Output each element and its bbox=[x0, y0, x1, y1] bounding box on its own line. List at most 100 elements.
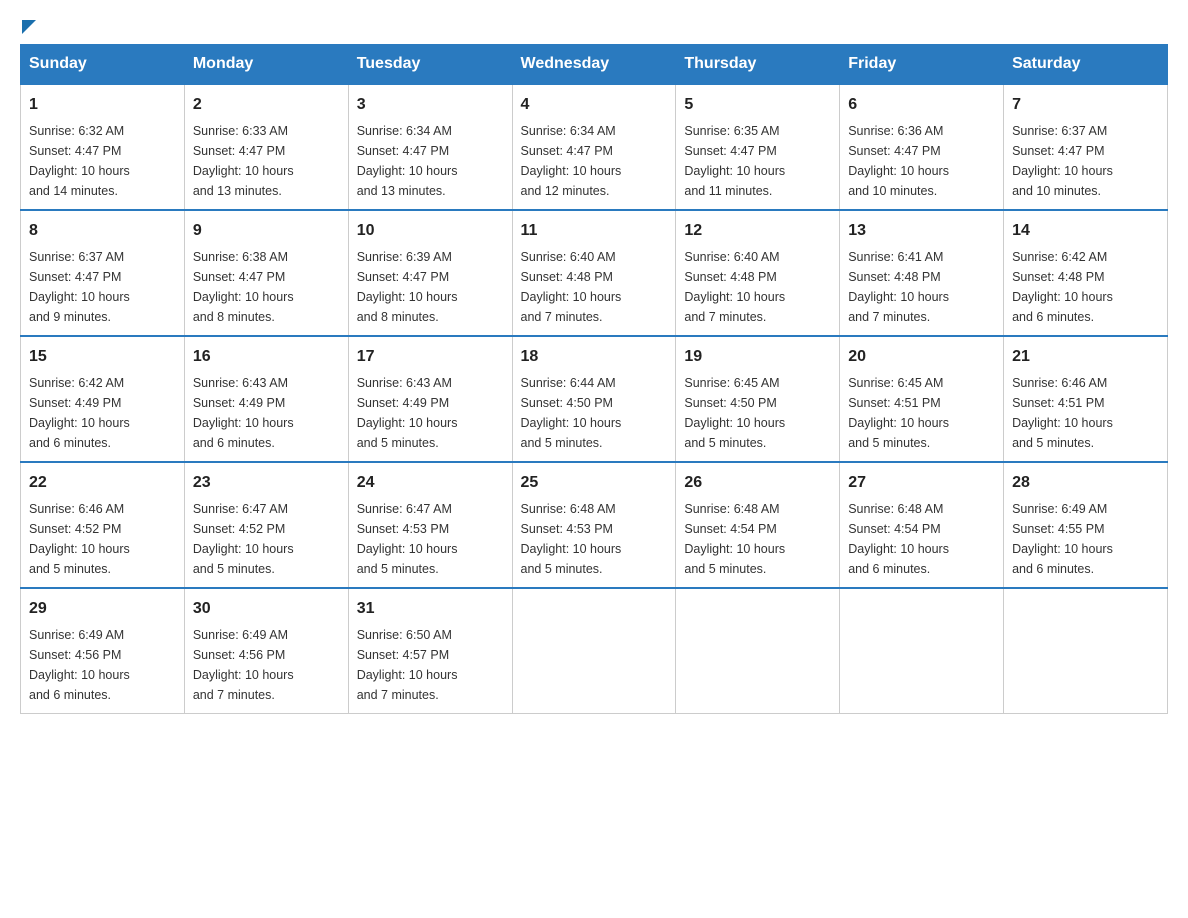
day-number: 5 bbox=[684, 93, 831, 117]
day-info: Sunrise: 6:45 AMSunset: 4:50 PMDaylight:… bbox=[684, 376, 785, 450]
day-info: Sunrise: 6:47 AMSunset: 4:52 PMDaylight:… bbox=[193, 502, 294, 576]
day-info: Sunrise: 6:33 AMSunset: 4:47 PMDaylight:… bbox=[193, 124, 294, 198]
day-number: 26 bbox=[684, 471, 831, 495]
day-info: Sunrise: 6:49 AMSunset: 4:56 PMDaylight:… bbox=[29, 628, 130, 702]
day-info: Sunrise: 6:34 AMSunset: 4:47 PMDaylight:… bbox=[521, 124, 622, 198]
calendar-week-2: 8 Sunrise: 6:37 AMSunset: 4:47 PMDayligh… bbox=[21, 210, 1168, 336]
day-info: Sunrise: 6:48 AMSunset: 4:54 PMDaylight:… bbox=[848, 502, 949, 576]
calendar-cell: 17 Sunrise: 6:43 AMSunset: 4:49 PMDaylig… bbox=[348, 336, 512, 462]
day-number: 4 bbox=[521, 93, 668, 117]
calendar-cell: 4 Sunrise: 6:34 AMSunset: 4:47 PMDayligh… bbox=[512, 84, 676, 210]
day-number: 27 bbox=[848, 471, 995, 495]
day-info: Sunrise: 6:50 AMSunset: 4:57 PMDaylight:… bbox=[357, 628, 458, 702]
calendar-cell: 7 Sunrise: 6:37 AMSunset: 4:47 PMDayligh… bbox=[1004, 84, 1168, 210]
day-info: Sunrise: 6:46 AMSunset: 4:52 PMDaylight:… bbox=[29, 502, 130, 576]
weekday-header-wednesday: Wednesday bbox=[512, 45, 676, 85]
day-number: 22 bbox=[29, 471, 176, 495]
calendar-cell: 23 Sunrise: 6:47 AMSunset: 4:52 PMDaylig… bbox=[184, 462, 348, 588]
day-info: Sunrise: 6:45 AMSunset: 4:51 PMDaylight:… bbox=[848, 376, 949, 450]
day-info: Sunrise: 6:44 AMSunset: 4:50 PMDaylight:… bbox=[521, 376, 622, 450]
day-number: 7 bbox=[1012, 93, 1159, 117]
calendar-cell: 27 Sunrise: 6:48 AMSunset: 4:54 PMDaylig… bbox=[840, 462, 1004, 588]
day-number: 23 bbox=[193, 471, 340, 495]
day-info: Sunrise: 6:42 AMSunset: 4:48 PMDaylight:… bbox=[1012, 250, 1113, 324]
calendar-week-1: 1 Sunrise: 6:32 AMSunset: 4:47 PMDayligh… bbox=[21, 84, 1168, 210]
day-number: 17 bbox=[357, 345, 504, 369]
day-info: Sunrise: 6:32 AMSunset: 4:47 PMDaylight:… bbox=[29, 124, 130, 198]
day-number: 12 bbox=[684, 219, 831, 243]
calendar-cell: 31 Sunrise: 6:50 AMSunset: 4:57 PMDaylig… bbox=[348, 588, 512, 714]
weekday-header-sunday: Sunday bbox=[21, 45, 185, 85]
day-info: Sunrise: 6:48 AMSunset: 4:53 PMDaylight:… bbox=[521, 502, 622, 576]
calendar-cell bbox=[512, 588, 676, 714]
day-number: 1 bbox=[29, 93, 176, 117]
day-number: 20 bbox=[848, 345, 995, 369]
calendar-cell: 15 Sunrise: 6:42 AMSunset: 4:49 PMDaylig… bbox=[21, 336, 185, 462]
day-number: 3 bbox=[357, 93, 504, 117]
day-info: Sunrise: 6:34 AMSunset: 4:47 PMDaylight:… bbox=[357, 124, 458, 198]
day-info: Sunrise: 6:36 AMSunset: 4:47 PMDaylight:… bbox=[848, 124, 949, 198]
day-info: Sunrise: 6:40 AMSunset: 4:48 PMDaylight:… bbox=[684, 250, 785, 324]
calendar-cell: 20 Sunrise: 6:45 AMSunset: 4:51 PMDaylig… bbox=[840, 336, 1004, 462]
day-info: Sunrise: 6:43 AMSunset: 4:49 PMDaylight:… bbox=[193, 376, 294, 450]
calendar-cell: 30 Sunrise: 6:49 AMSunset: 4:56 PMDaylig… bbox=[184, 588, 348, 714]
calendar-header-row: SundayMondayTuesdayWednesdayThursdayFrid… bbox=[21, 45, 1168, 85]
calendar-cell: 26 Sunrise: 6:48 AMSunset: 4:54 PMDaylig… bbox=[676, 462, 840, 588]
calendar-cell: 16 Sunrise: 6:43 AMSunset: 4:49 PMDaylig… bbox=[184, 336, 348, 462]
calendar-cell: 8 Sunrise: 6:37 AMSunset: 4:47 PMDayligh… bbox=[21, 210, 185, 336]
calendar-table: SundayMondayTuesdayWednesdayThursdayFrid… bbox=[20, 44, 1168, 714]
calendar-cell: 11 Sunrise: 6:40 AMSunset: 4:48 PMDaylig… bbox=[512, 210, 676, 336]
calendar-cell: 18 Sunrise: 6:44 AMSunset: 4:50 PMDaylig… bbox=[512, 336, 676, 462]
calendar-cell: 22 Sunrise: 6:46 AMSunset: 4:52 PMDaylig… bbox=[21, 462, 185, 588]
day-info: Sunrise: 6:41 AMSunset: 4:48 PMDaylight:… bbox=[848, 250, 949, 324]
day-number: 18 bbox=[521, 345, 668, 369]
day-number: 30 bbox=[193, 597, 340, 621]
day-info: Sunrise: 6:49 AMSunset: 4:55 PMDaylight:… bbox=[1012, 502, 1113, 576]
weekday-header-saturday: Saturday bbox=[1004, 45, 1168, 85]
calendar-cell: 28 Sunrise: 6:49 AMSunset: 4:55 PMDaylig… bbox=[1004, 462, 1168, 588]
calendar-cell bbox=[676, 588, 840, 714]
calendar-cell: 10 Sunrise: 6:39 AMSunset: 4:47 PMDaylig… bbox=[348, 210, 512, 336]
day-number: 15 bbox=[29, 345, 176, 369]
day-number: 28 bbox=[1012, 471, 1159, 495]
calendar-cell: 24 Sunrise: 6:47 AMSunset: 4:53 PMDaylig… bbox=[348, 462, 512, 588]
day-number: 21 bbox=[1012, 345, 1159, 369]
day-number: 25 bbox=[521, 471, 668, 495]
calendar-cell bbox=[1004, 588, 1168, 714]
day-info: Sunrise: 6:39 AMSunset: 4:47 PMDaylight:… bbox=[357, 250, 458, 324]
calendar-cell: 29 Sunrise: 6:49 AMSunset: 4:56 PMDaylig… bbox=[21, 588, 185, 714]
logo bbox=[20, 20, 36, 24]
day-info: Sunrise: 6:37 AMSunset: 4:47 PMDaylight:… bbox=[29, 250, 130, 324]
calendar-cell: 12 Sunrise: 6:40 AMSunset: 4:48 PMDaylig… bbox=[676, 210, 840, 336]
weekday-header-monday: Monday bbox=[184, 45, 348, 85]
calendar-cell: 9 Sunrise: 6:38 AMSunset: 4:47 PMDayligh… bbox=[184, 210, 348, 336]
day-number: 11 bbox=[521, 219, 668, 243]
day-number: 13 bbox=[848, 219, 995, 243]
day-number: 9 bbox=[193, 219, 340, 243]
day-info: Sunrise: 6:40 AMSunset: 4:48 PMDaylight:… bbox=[521, 250, 622, 324]
calendar-cell: 14 Sunrise: 6:42 AMSunset: 4:48 PMDaylig… bbox=[1004, 210, 1168, 336]
day-number: 2 bbox=[193, 93, 340, 117]
day-info: Sunrise: 6:49 AMSunset: 4:56 PMDaylight:… bbox=[193, 628, 294, 702]
day-info: Sunrise: 6:35 AMSunset: 4:47 PMDaylight:… bbox=[684, 124, 785, 198]
day-number: 14 bbox=[1012, 219, 1159, 243]
day-info: Sunrise: 6:43 AMSunset: 4:49 PMDaylight:… bbox=[357, 376, 458, 450]
calendar-cell: 13 Sunrise: 6:41 AMSunset: 4:48 PMDaylig… bbox=[840, 210, 1004, 336]
calendar-week-5: 29 Sunrise: 6:49 AMSunset: 4:56 PMDaylig… bbox=[21, 588, 1168, 714]
calendar-week-3: 15 Sunrise: 6:42 AMSunset: 4:49 PMDaylig… bbox=[21, 336, 1168, 462]
calendar-cell: 2 Sunrise: 6:33 AMSunset: 4:47 PMDayligh… bbox=[184, 84, 348, 210]
day-info: Sunrise: 6:46 AMSunset: 4:51 PMDaylight:… bbox=[1012, 376, 1113, 450]
calendar-cell: 6 Sunrise: 6:36 AMSunset: 4:47 PMDayligh… bbox=[840, 84, 1004, 210]
logo-triangle-icon bbox=[22, 20, 36, 34]
day-number: 16 bbox=[193, 345, 340, 369]
day-number: 8 bbox=[29, 219, 176, 243]
page-header bbox=[20, 20, 1168, 24]
weekday-header-friday: Friday bbox=[840, 45, 1004, 85]
day-info: Sunrise: 6:38 AMSunset: 4:47 PMDaylight:… bbox=[193, 250, 294, 324]
calendar-cell bbox=[840, 588, 1004, 714]
day-info: Sunrise: 6:47 AMSunset: 4:53 PMDaylight:… bbox=[357, 502, 458, 576]
logo-row1 bbox=[20, 20, 36, 30]
day-info: Sunrise: 6:37 AMSunset: 4:47 PMDaylight:… bbox=[1012, 124, 1113, 198]
day-number: 24 bbox=[357, 471, 504, 495]
calendar-cell: 21 Sunrise: 6:46 AMSunset: 4:51 PMDaylig… bbox=[1004, 336, 1168, 462]
